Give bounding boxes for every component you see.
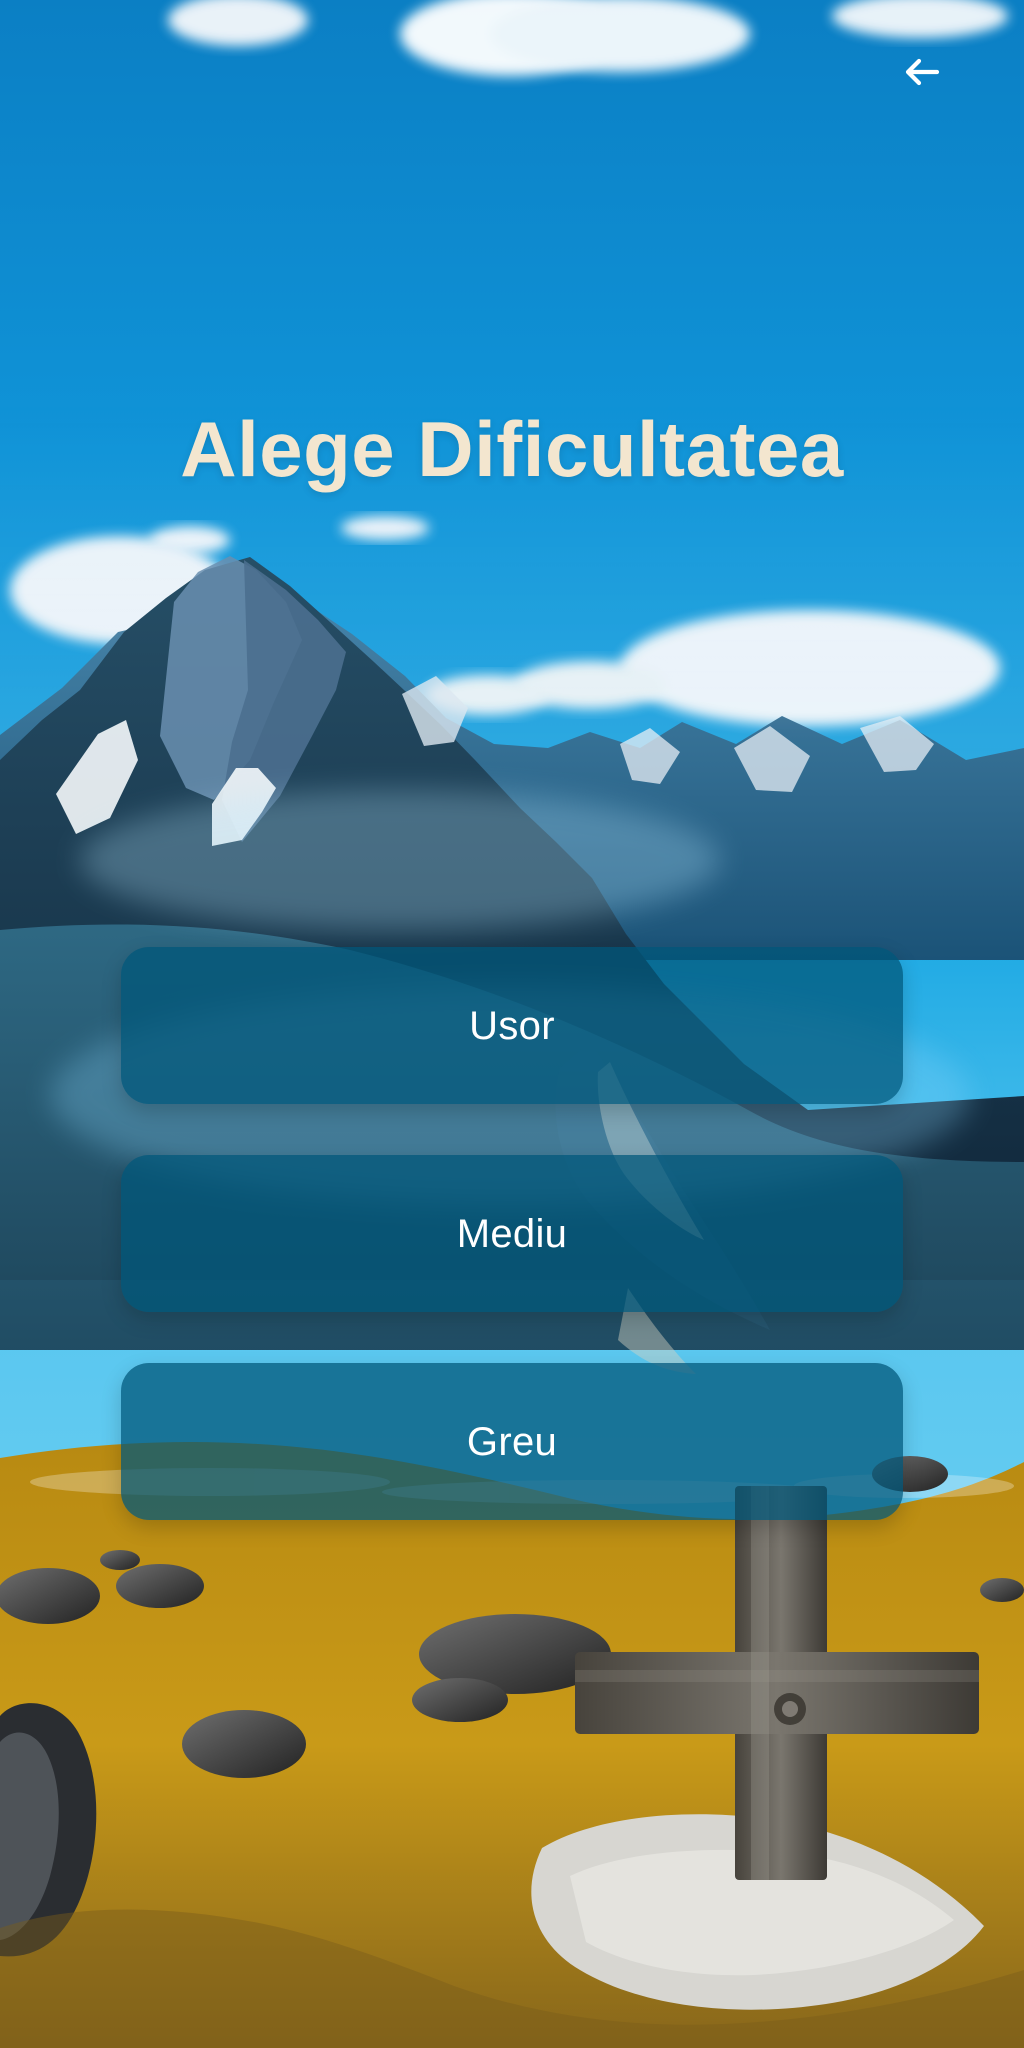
difficulty-easy-label: Usor [469,1003,555,1048]
difficulty-hard-label: Greu [466,1419,558,1464]
difficulty-screen: Alege Dificultatea Usor Mediu Greu [0,0,1024,2048]
arrow-left-icon [905,58,940,86]
page-title: Alege Dificultatea [180,405,844,493]
difficulty-hard-button[interactable]: Greu [121,1363,903,1520]
difficulty-medium-label: Mediu [456,1211,568,1256]
difficulty-easy-button[interactable]: Usor [121,947,903,1104]
difficulty-medium-button[interactable]: Mediu [121,1155,903,1312]
back-button[interactable] [884,34,960,110]
